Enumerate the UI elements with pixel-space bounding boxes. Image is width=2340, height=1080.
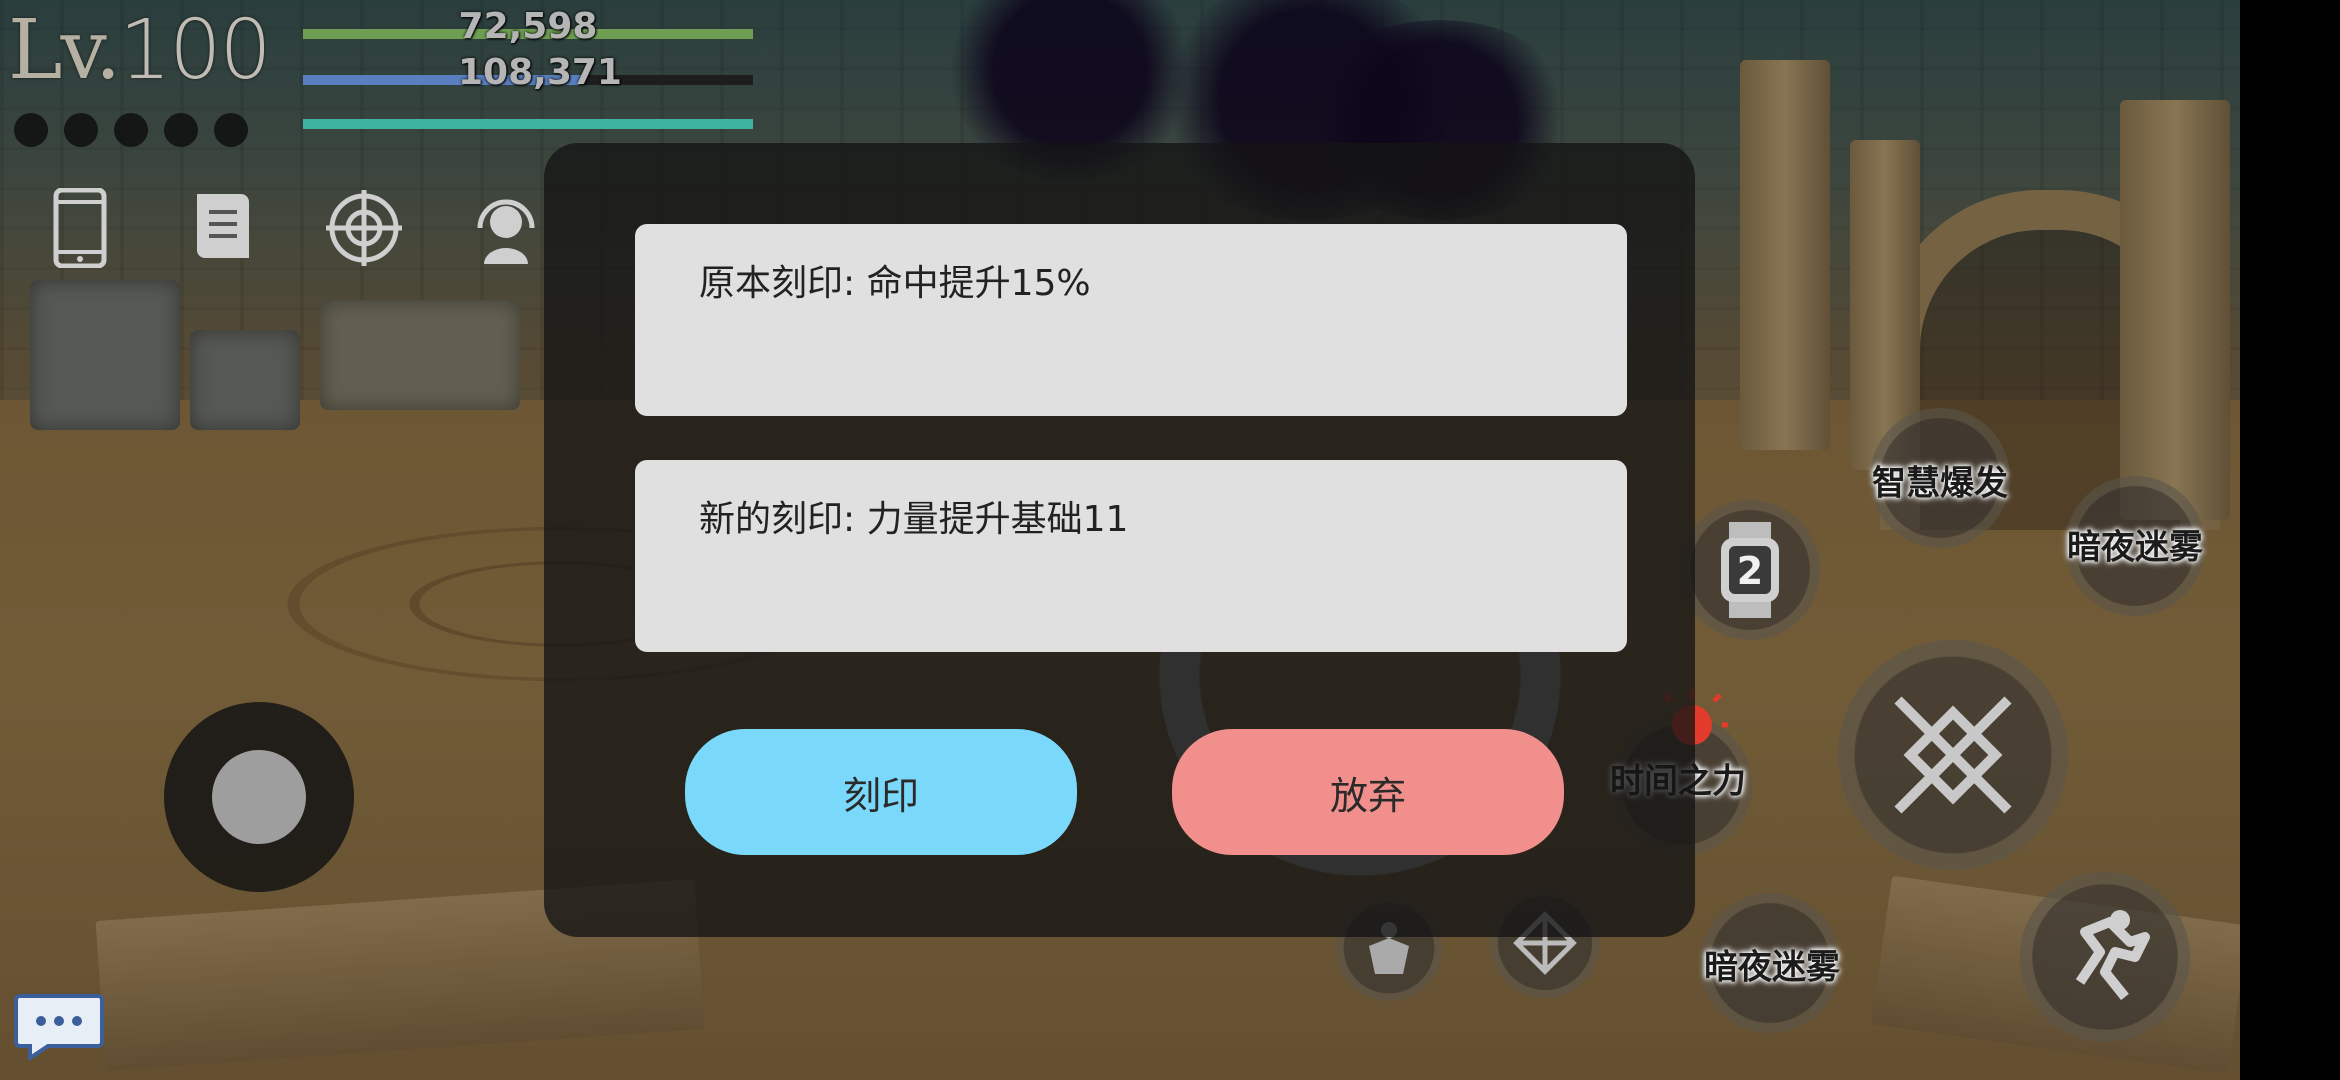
new-engraving-text: 新的刻印: 力量提升基础11	[699, 499, 1129, 540]
skill-wisdom-burst-label: 智慧爆发	[1872, 463, 2008, 504]
buff-slot	[214, 113, 248, 147]
discard-button[interactable]: 放弃	[1172, 729, 1564, 855]
running-figure-icon	[2075, 910, 2150, 1001]
buff-slot	[64, 113, 98, 147]
player-level: Lv.100	[8, 3, 272, 98]
crosshair-icon[interactable]	[324, 188, 404, 268]
buff-slot	[14, 113, 48, 147]
skill-night-mist-label: 暗夜迷雾	[2067, 527, 2203, 568]
chat-button[interactable]	[14, 992, 104, 1062]
mp-value: 108,371	[458, 52, 622, 93]
phone-icon[interactable]	[40, 188, 120, 268]
buff-slots	[14, 113, 248, 147]
original-engraving-text: 原本刻印: 命中提升15%	[699, 263, 1091, 304]
watch-count: 2	[1737, 549, 1763, 593]
level-value: 100	[119, 3, 272, 98]
level-prefix: Lv.	[8, 3, 121, 98]
headset-icon[interactable]	[466, 188, 546, 268]
skill-night-mist-2-label: 暗夜迷雾	[1704, 947, 1840, 988]
game-viewport[interactable]: Lv.100 72,598 108,371 智慧爆发 暗夜迷雾 2 暗夜迷雾 原…	[0, 0, 2240, 1080]
xp-bar	[303, 119, 753, 129]
joystick-knob[interactable]	[212, 750, 306, 844]
movement-joystick[interactable]	[164, 702, 354, 892]
scroll-icon[interactable]	[182, 188, 262, 268]
screen-edge-bar	[2240, 0, 2340, 1080]
chat-bubble-icon	[14, 994, 104, 1062]
engrave-button[interactable]: 刻印	[685, 729, 1077, 855]
attack-button[interactable]	[1838, 640, 2068, 870]
xp-bar-fill	[303, 119, 753, 129]
dodge-button[interactable]	[2020, 872, 2190, 1042]
skill-watch[interactable]: 2	[1680, 500, 1820, 640]
hud-menu-icons	[40, 188, 546, 268]
new-engraving-panel: 新的刻印: 力量提升基础11	[635, 460, 1627, 652]
buff-slot	[164, 113, 198, 147]
watch-icon: 2	[1721, 522, 1779, 618]
hp-value: 72,598	[458, 6, 598, 47]
original-engraving-panel: 原本刻印: 命中提升15%	[635, 224, 1627, 416]
crossed-swords-icon	[1894, 696, 2012, 814]
buff-slot	[114, 113, 148, 147]
engrave-dialog: 原本刻印: 命中提升15% 新的刻印: 力量提升基础11 刻印 放弃	[544, 143, 1695, 937]
